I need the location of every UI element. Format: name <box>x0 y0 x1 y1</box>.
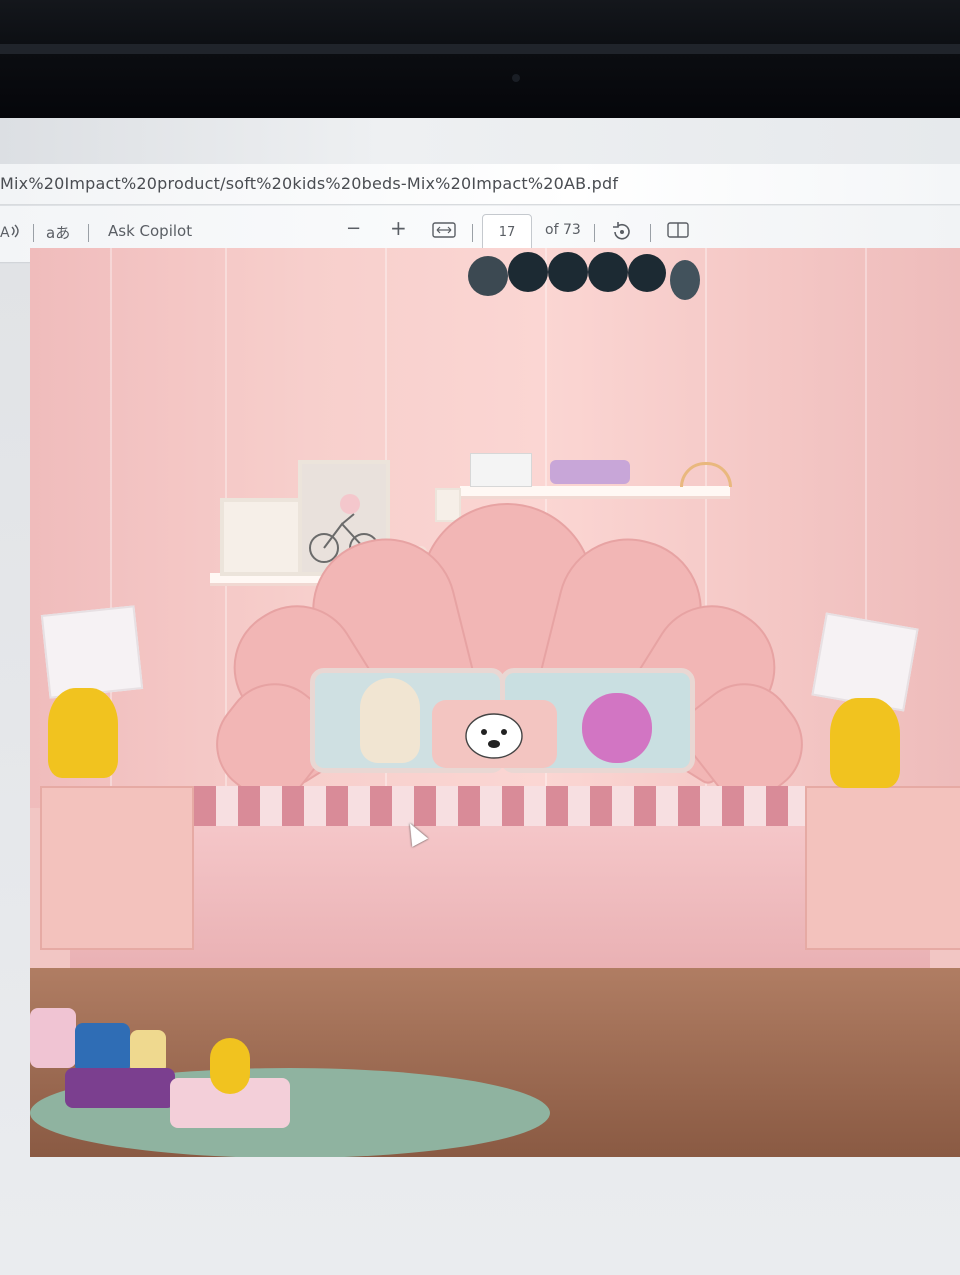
nightstand-left <box>40 786 194 950</box>
toolbar-divider <box>594 224 595 242</box>
teddy-bear-plush <box>582 693 652 763</box>
toolbar-divider <box>33 224 34 242</box>
round-mirror <box>670 260 700 300</box>
toy-figure <box>210 1038 250 1094</box>
round-mirror <box>508 252 548 292</box>
toolbar-divider <box>650 224 651 242</box>
knit-throw <box>150 786 850 826</box>
page-total: of 73 <box>545 222 581 238</box>
toy-block <box>30 1008 76 1068</box>
document-photo <box>30 248 960 1157</box>
toolbar-divider <box>472 224 473 242</box>
rabbit-lamp-base-right <box>830 698 900 788</box>
round-mirror <box>588 252 628 292</box>
lamp-shade-left <box>40 605 144 699</box>
toy-train-car <box>75 1023 130 1073</box>
zoom-in-button[interactable]: + <box>390 216 407 240</box>
webcam <box>512 74 520 82</box>
toolbar-divider <box>88 224 89 242</box>
page-number-input[interactable]: 17 <box>482 214 532 252</box>
lamp-shade-right <box>811 612 919 712</box>
translate-button[interactable]: aあ <box>46 222 70 243</box>
purple-shell-decor <box>550 460 630 484</box>
url-text[interactable]: Mix%20Impact%20product/soft%20kids%20bed… <box>0 174 618 193</box>
calendar-blocks <box>470 453 532 487</box>
round-mirror <box>468 256 508 296</box>
two-page-view-icon[interactable] <box>666 220 690 244</box>
dog-pillow <box>432 700 557 768</box>
nightstand-right <box>805 786 960 950</box>
wall-shelf-right <box>460 486 730 496</box>
ask-copilot-button[interactable]: Ask Copilot <box>108 222 192 240</box>
toy-train-car <box>65 1068 175 1108</box>
round-mirror <box>548 252 588 292</box>
bezel-edge <box>0 44 960 54</box>
svg-text:A: A <box>0 225 10 241</box>
fit-page-icon[interactable] <box>432 220 456 244</box>
bunny-plush <box>360 678 420 763</box>
address-bar[interactable]: Mix%20Impact%20product/soft%20kids%20bed… <box>0 164 960 205</box>
picture-frame <box>220 498 304 576</box>
zoom-out-button[interactable]: − <box>346 218 361 239</box>
small-frame <box>435 488 461 522</box>
rabbit-lamp-base-left <box>48 688 118 778</box>
read-aloud-icon[interactable]: A <box>0 222 22 246</box>
rotate-icon[interactable] <box>610 220 634 246</box>
round-mirror <box>628 254 666 292</box>
monitor-bezel <box>0 0 960 120</box>
